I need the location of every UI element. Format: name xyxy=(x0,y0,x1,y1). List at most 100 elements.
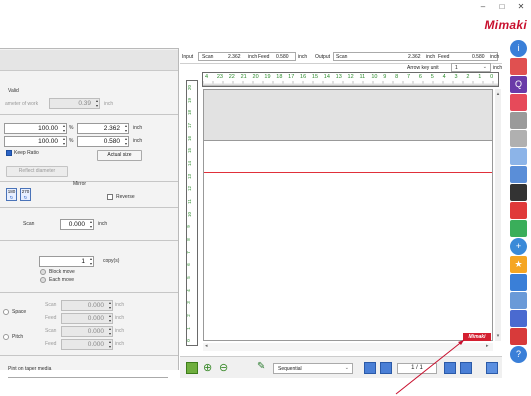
scroll-left-icon[interactable]: ◂ xyxy=(205,343,208,349)
fit-view-icon[interactable] xyxy=(186,362,198,374)
scan-offset-value: 0.000 xyxy=(68,221,85,228)
rotate-270-label: 270 xyxy=(21,189,30,194)
reverse-label: Reverse xyxy=(116,194,135,200)
block-move-radio[interactable] xyxy=(40,269,46,275)
ruler-left-label: 16 xyxy=(187,135,193,141)
divider xyxy=(0,207,178,208)
scan-label: Scan xyxy=(23,221,35,227)
ruler-left-label: 18 xyxy=(187,110,193,116)
diameter-label: ameter of work xyxy=(5,101,39,107)
brand-logo: Mimaki xyxy=(484,18,527,32)
scroll-up-icon[interactable]: ▴ xyxy=(495,91,501,97)
ruler-left-label: 3 xyxy=(186,301,191,305)
reflect-diameter-button[interactable]: Reflect diameter xyxy=(6,166,68,177)
ruler-left-label: 14 xyxy=(187,160,193,167)
chevron-down-icon: ⌄ xyxy=(482,64,487,70)
list-icon[interactable] xyxy=(510,328,527,345)
input-scan-label: Scan xyxy=(202,54,214,60)
query-icon[interactable]: Q xyxy=(510,76,527,93)
scan-offset-input[interactable]: 0.000 ▴ ▾ xyxy=(60,219,94,230)
height-percent-input[interactable]: 100.00 ▴ ▾ xyxy=(4,136,67,147)
actual-size-button[interactable]: Actual size xyxy=(97,150,142,161)
ruler-top-label: 13 xyxy=(335,74,342,80)
taper-media-label: Pint on taper media xyxy=(8,366,52,372)
close-button[interactable]: ✕ xyxy=(514,0,528,14)
pitch-feed-label: Feed xyxy=(45,341,57,347)
scroll-right-icon[interactable]: ▸ xyxy=(486,343,489,349)
chevron-down-icon: ⌄ xyxy=(344,365,349,371)
rotate-canvas-icon[interactable] xyxy=(510,184,527,201)
spin-arrows-icon: ▴ ▾ xyxy=(108,313,111,323)
layers-icon[interactable] xyxy=(510,274,527,291)
space-radio[interactable] xyxy=(3,309,9,315)
output-feed-value: 0.580 xyxy=(472,54,485,60)
copies-input[interactable]: 1 ▴ ▾ xyxy=(39,256,94,267)
zoom-in-icon[interactable]: ⊕ xyxy=(203,361,212,374)
width-percent-input[interactable]: 100.00 ▴ ▾ xyxy=(4,123,67,134)
input-feed-unit: inch xyxy=(298,54,308,60)
scroll-down-icon[interactable]: ▾ xyxy=(495,333,501,339)
each-move-radio[interactable] xyxy=(40,277,46,283)
printer-setting-icon[interactable] xyxy=(510,112,527,129)
ruler-top-label: 15 xyxy=(311,74,319,80)
import-icon[interactable] xyxy=(510,292,527,309)
pitch-radio[interactable] xyxy=(3,334,9,340)
mirror-label: Mirror xyxy=(73,181,87,187)
ruler-top-label: 3 xyxy=(454,74,458,80)
cutter-tool-icon[interactable]: ✎ xyxy=(257,361,265,372)
panel-header xyxy=(0,50,178,71)
info-icon[interactable]: i xyxy=(510,40,527,57)
height-inch-value: 0.580 xyxy=(103,138,120,145)
ruler-left-label: 0 xyxy=(186,339,191,343)
output-scan-unit: inch xyxy=(426,54,436,60)
layout-canvas[interactable] xyxy=(203,141,493,341)
ruler-left-label: 7 xyxy=(186,250,191,254)
ruler-left-label: 11 xyxy=(186,199,192,204)
input-feed-value: 0.580 xyxy=(276,54,289,60)
percent-unit: % xyxy=(69,125,74,131)
keep-ratio-checkbox[interactable] xyxy=(6,150,12,156)
spin-arrows-icon: ▴ ▾ xyxy=(89,219,92,229)
refresh-icon[interactable] xyxy=(510,220,527,237)
rotate-270-button[interactable]: 270 ↻ xyxy=(20,188,31,201)
ruler-left-label: 2 xyxy=(186,314,191,317)
height-inch-input[interactable]: 0.580 ▴ ▾ xyxy=(77,136,129,147)
inch-unit: inch xyxy=(133,138,143,144)
add-icon[interactable]: + xyxy=(510,238,527,255)
vertical-scrollbar[interactable]: ▴ ▾ xyxy=(495,89,501,341)
height-percent-value: 100.00 xyxy=(38,138,58,145)
ruler-top-label: 4 xyxy=(442,74,446,80)
color-icon[interactable] xyxy=(510,202,527,219)
reverse-checkbox[interactable] xyxy=(107,194,113,200)
minimize-button[interactable]: – xyxy=(476,0,490,14)
rotate-180-button[interactable]: 180 ↻ xyxy=(6,188,17,201)
ruler-top-label: 4 xyxy=(205,74,209,80)
star-icon[interactable]: ★ xyxy=(510,256,527,273)
arrow-key-unit: inch xyxy=(493,65,503,71)
print-icon[interactable] xyxy=(510,94,527,111)
ruler-top-label: 17 xyxy=(288,74,295,80)
preview-icon[interactable] xyxy=(486,362,498,374)
ruler-top-label: 1 xyxy=(478,74,482,80)
right-toolbar: i Q + ★ ? xyxy=(507,38,531,363)
valid-label: Valid xyxy=(8,88,19,94)
template-icon[interactable] xyxy=(510,148,527,165)
first-page-button[interactable] xyxy=(364,362,376,374)
panel-scrollbar[interactable] xyxy=(8,377,168,378)
layout-icon[interactable] xyxy=(510,58,527,75)
ruler-left-label: 9 xyxy=(186,225,191,229)
copy-icon[interactable] xyxy=(510,130,527,147)
input-scan-unit: inch xyxy=(248,54,258,60)
ruler-top-label: 22 xyxy=(228,74,235,80)
arrow-key-select[interactable]: 1 ⌄ xyxy=(451,63,491,72)
copies-label: copy(s) xyxy=(103,258,120,264)
delete-icon[interactable] xyxy=(510,310,527,327)
print-order-select[interactable]: Sequential ⌄ xyxy=(273,363,353,374)
spin-arrows-icon: ▴ ▾ xyxy=(124,136,127,146)
width-inch-input[interactable]: 2.362 ▴ ▾ xyxy=(77,123,129,134)
help-icon[interactable]: ? xyxy=(510,346,527,363)
maximize-button[interactable]: □ xyxy=(495,0,509,14)
zoom-out-icon[interactable]: ⊖ xyxy=(219,361,228,374)
image-icon[interactable] xyxy=(510,166,527,183)
each-move-label: Each move xyxy=(49,277,75,283)
